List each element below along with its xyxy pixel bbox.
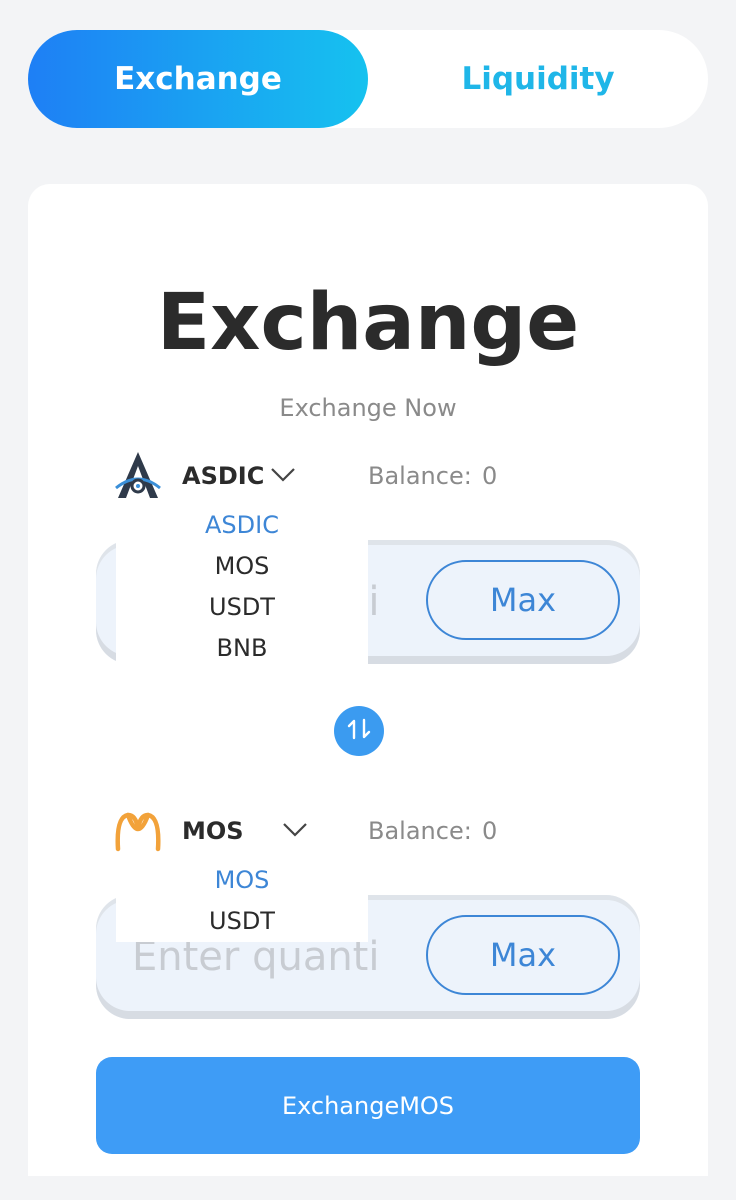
chevron-down-icon[interactable] [282,821,308,839]
page-title: Exchange [156,278,580,368]
bottom-strip [0,1176,736,1200]
dropdown-option-usdt[interactable]: USDT [116,587,368,628]
from-token-row: ASDIC Balance: 0 [110,448,530,504]
dropdown-option-mos[interactable]: MOS [116,860,368,901]
dropdown-option-asdic[interactable]: ASDIC [116,505,368,546]
from-token-name[interactable]: ASDIC [182,462,264,490]
asdic-logo-icon [110,448,166,504]
to-token-dropdown: MOS USDT [116,860,368,942]
swap-direction-button[interactable] [334,706,384,756]
to-balance-value: 0 [482,817,498,845]
dropdown-option-bnb[interactable]: BNB [116,628,368,669]
chevron-down-icon[interactable] [270,466,296,484]
tab-exchange[interactable]: Exchange [28,30,368,128]
exchange-submit-button[interactable]: ExchangeMOS [96,1057,640,1154]
from-balance-label: Balance: [368,462,472,490]
from-max-button[interactable]: Max [426,560,620,640]
to-balance-label: Balance: [368,817,472,845]
to-max-button[interactable]: Max [426,915,620,995]
to-token-name[interactable]: MOS [182,817,244,845]
page-subtitle: Exchange Now [279,394,457,422]
swap-arrows-icon [344,714,374,748]
mos-logo-icon [110,803,166,859]
top-tab-bar: Exchange Liquidity [28,30,708,128]
from-balance-value: 0 [482,462,498,490]
from-token-dropdown: ASDIC MOS USDT BNB [116,505,368,669]
to-token-row: MOS Balance: 0 [110,803,530,859]
tab-liquidity[interactable]: Liquidity [368,30,708,128]
dropdown-option-usdt[interactable]: USDT [116,901,368,942]
dropdown-option-mos[interactable]: MOS [116,546,368,587]
